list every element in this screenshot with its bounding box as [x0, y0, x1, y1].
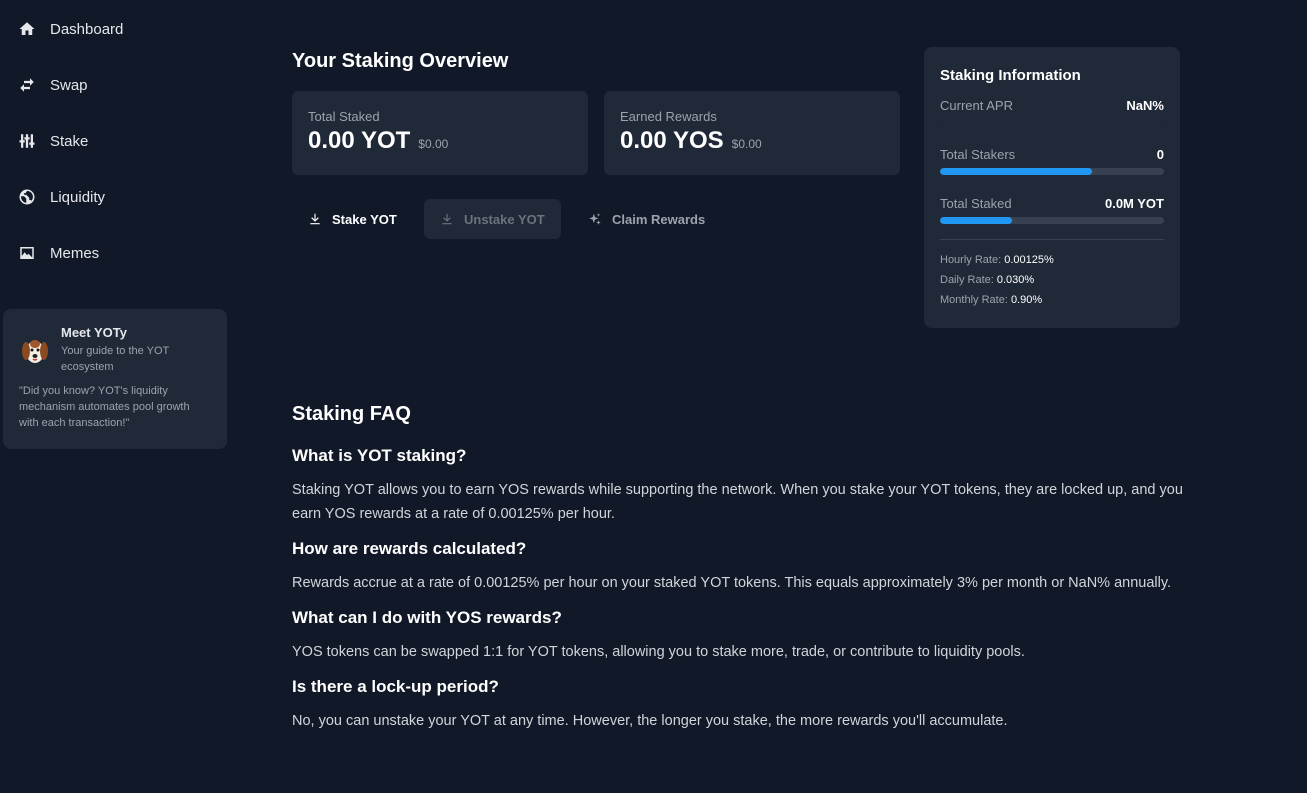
tab-claim-label: Claim Rewards — [612, 211, 706, 227]
total-staked-info-value: 0.0M YOT — [1104, 196, 1164, 211]
total-stakers-value: 0 — [1156, 147, 1164, 162]
faq-answer: YOS tokens can be swapped 1:1 for YOT to… — [292, 644, 1025, 660]
faq-answer: Staking YOT allows you to earn YOS rewar… — [292, 482, 1183, 522]
sidebar-item-memes[interactable]: Memes — [18, 238, 218, 268]
sliders-icon — [19, 134, 35, 148]
sidebar-item-stake[interactable]: Stake — [18, 126, 218, 156]
sidebar-item-label: Liquidity — [50, 188, 106, 206]
monthly-rate-label: Monthly Rate: — [940, 294, 1008, 306]
total-staked-progress-bar — [940, 217, 1164, 224]
earned-rewards-card: Earned Rewards 0.00 YOS $0.00 — [604, 91, 900, 175]
tab-claim-rewards[interactable]: Claim Rewards — [572, 199, 721, 239]
tab-unstake[interactable]: Unstake YOT — [424, 199, 561, 239]
earned-rewards-label: Earned Rewards — [620, 109, 717, 124]
faq-question: Is there a lock-up period? — [292, 677, 499, 696]
total-staked-label: Total Staked — [308, 109, 380, 124]
download-icon — [310, 213, 320, 225]
tab-stake-label: Stake YOT — [332, 211, 397, 227]
total-staked-amount: 0.00 YOT — [308, 127, 411, 154]
total-stakers-progress-bar — [940, 168, 1164, 175]
home-icon — [19, 22, 35, 35]
faq-answer: No, you can unstake your YOT at any time… — [292, 713, 1008, 729]
sidebar-item-label: Dashboard — [50, 20, 124, 38]
hourly-rate: Hourly Rate: 0.00125% — [940, 250, 1164, 270]
apr-value: NaN% — [1126, 98, 1164, 113]
yoty-title: Meet YOTy — [61, 325, 127, 340]
sidebar-item-label: Stake — [50, 132, 89, 150]
sidebar-item-liquidity[interactable]: Liquidity — [18, 182, 218, 212]
staking-info-panel: Staking Information Current APR NaN% Tot… — [924, 47, 1180, 328]
total-stakers-progress-fill — [940, 168, 1093, 175]
tab-stake[interactable]: Stake YOT — [292, 199, 413, 239]
sidebar-item-label: Memes — [50, 244, 100, 262]
yoty-subtitle: Your guide to the YOT ecosystem — [61, 345, 170, 373]
apr-label: Current APR — [940, 98, 1013, 113]
total-staked-card: Total Staked 0.00 YOT $0.00 — [292, 91, 588, 175]
yoty-quote: "Did you know? YOT's liquidity mechanism… — [19, 385, 190, 429]
faq-question: What can I do with YOS rewards? — [292, 608, 562, 627]
monthly-rate-value: 0.90% — [1010, 294, 1043, 306]
yoty-guide-card: Meet YOTy Your guide to the YOT ecosyste… — [3, 309, 227, 449]
daily-rate: Daily Rate: 0.030% — [940, 270, 1164, 290]
total-staked-info-label: Total Staked — [940, 196, 1012, 211]
staking-faq: Staking FAQ What is YOT staking? Staking… — [292, 403, 1192, 746]
hourly-rate-label: Hourly Rate: — [940, 254, 1002, 266]
total-staked-usd: $0.00 — [418, 137, 449, 151]
faq-answer: Rewards accrue at a rate of 0.00125% per… — [292, 575, 1172, 591]
monthly-rate: Monthly Rate: 0.90% — [940, 290, 1164, 310]
faq-question: How are rewards calculated? — [292, 539, 527, 558]
faq-question: What is YOT staking? — [292, 446, 467, 465]
globe-icon — [19, 189, 35, 205]
swap-icon — [20, 78, 34, 92]
sidebar: Dashboard Swap Stake Liquidity Memes Mee… — [0, 0, 232, 793]
tab-unstake-label: Unstake YOT — [464, 211, 545, 227]
divider — [940, 239, 1164, 240]
daily-rate-value: 0.030% — [996, 274, 1035, 286]
download-icon — [442, 213, 452, 225]
apr-progress-bar — [940, 119, 1164, 126]
faq-title: Staking FAQ — [292, 403, 411, 425]
sidebar-item-swap[interactable]: Swap — [18, 70, 218, 100]
sidebar-item-label: Swap — [50, 76, 88, 94]
earned-rewards-usd: $0.00 — [731, 137, 762, 151]
staking-info-title: Staking Information — [940, 67, 1081, 84]
earned-rewards-amount: 0.00 YOS — [620, 127, 724, 154]
yoty-dog-avatar — [22, 340, 48, 363]
image-icon — [20, 247, 34, 259]
sparkles-icon — [589, 213, 601, 225]
total-stakers-label: Total Stakers — [940, 147, 1016, 162]
hourly-rate-value: 0.00125% — [1004, 254, 1054, 266]
sidebar-item-dashboard[interactable]: Dashboard — [18, 14, 218, 44]
page-title: Your Staking Overview — [292, 50, 509, 72]
total-staked-progress-fill — [940, 217, 1012, 224]
daily-rate-label: Daily Rate: — [940, 274, 994, 286]
